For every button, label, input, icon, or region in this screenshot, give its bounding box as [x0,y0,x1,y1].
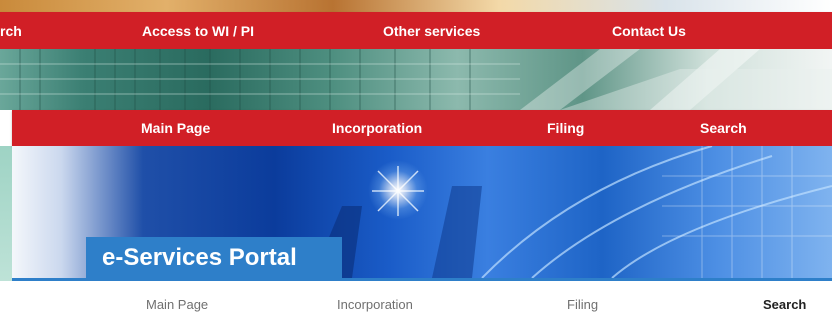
top-nav-other-services[interactable]: Other services [383,23,480,39]
mid-nav-filing[interactable]: Filing [547,120,584,136]
top-nav-contact-us[interactable]: Contact Us [612,23,686,39]
portal-title: e-Services Portal [102,243,297,271]
banner-edge-sliver [0,146,12,286]
mid-nav-incorporation[interactable]: Incorporation [332,120,422,136]
bottom-nav-main-page[interactable]: Main Page [146,297,208,312]
bottom-nav-search[interactable]: Search [763,297,806,312]
mid-nav-search[interactable]: Search [700,120,747,136]
top-nav-search-partial[interactable]: rch [0,23,22,39]
top-nav-bar: rch Access to WI / PI Other services Con… [0,12,832,49]
bottom-nav-bar: Main Page Incorporation Filing Search [0,281,832,322]
light-flare [368,160,428,220]
building-banner-green [0,49,832,110]
building-facade-image [0,49,832,110]
top-nav-access-wi-pi[interactable]: Access to WI / PI [142,23,254,39]
bottom-nav-filing[interactable]: Filing [567,297,598,312]
mid-nav-bar: Main Page Incorporation Filing Search [12,110,832,146]
food-photo-strip [0,0,832,12]
portal-title-badge: e-Services Portal [86,237,342,278]
mid-nav-main-page[interactable]: Main Page [141,120,210,136]
bottom-nav-incorporation[interactable]: Incorporation [337,297,413,312]
